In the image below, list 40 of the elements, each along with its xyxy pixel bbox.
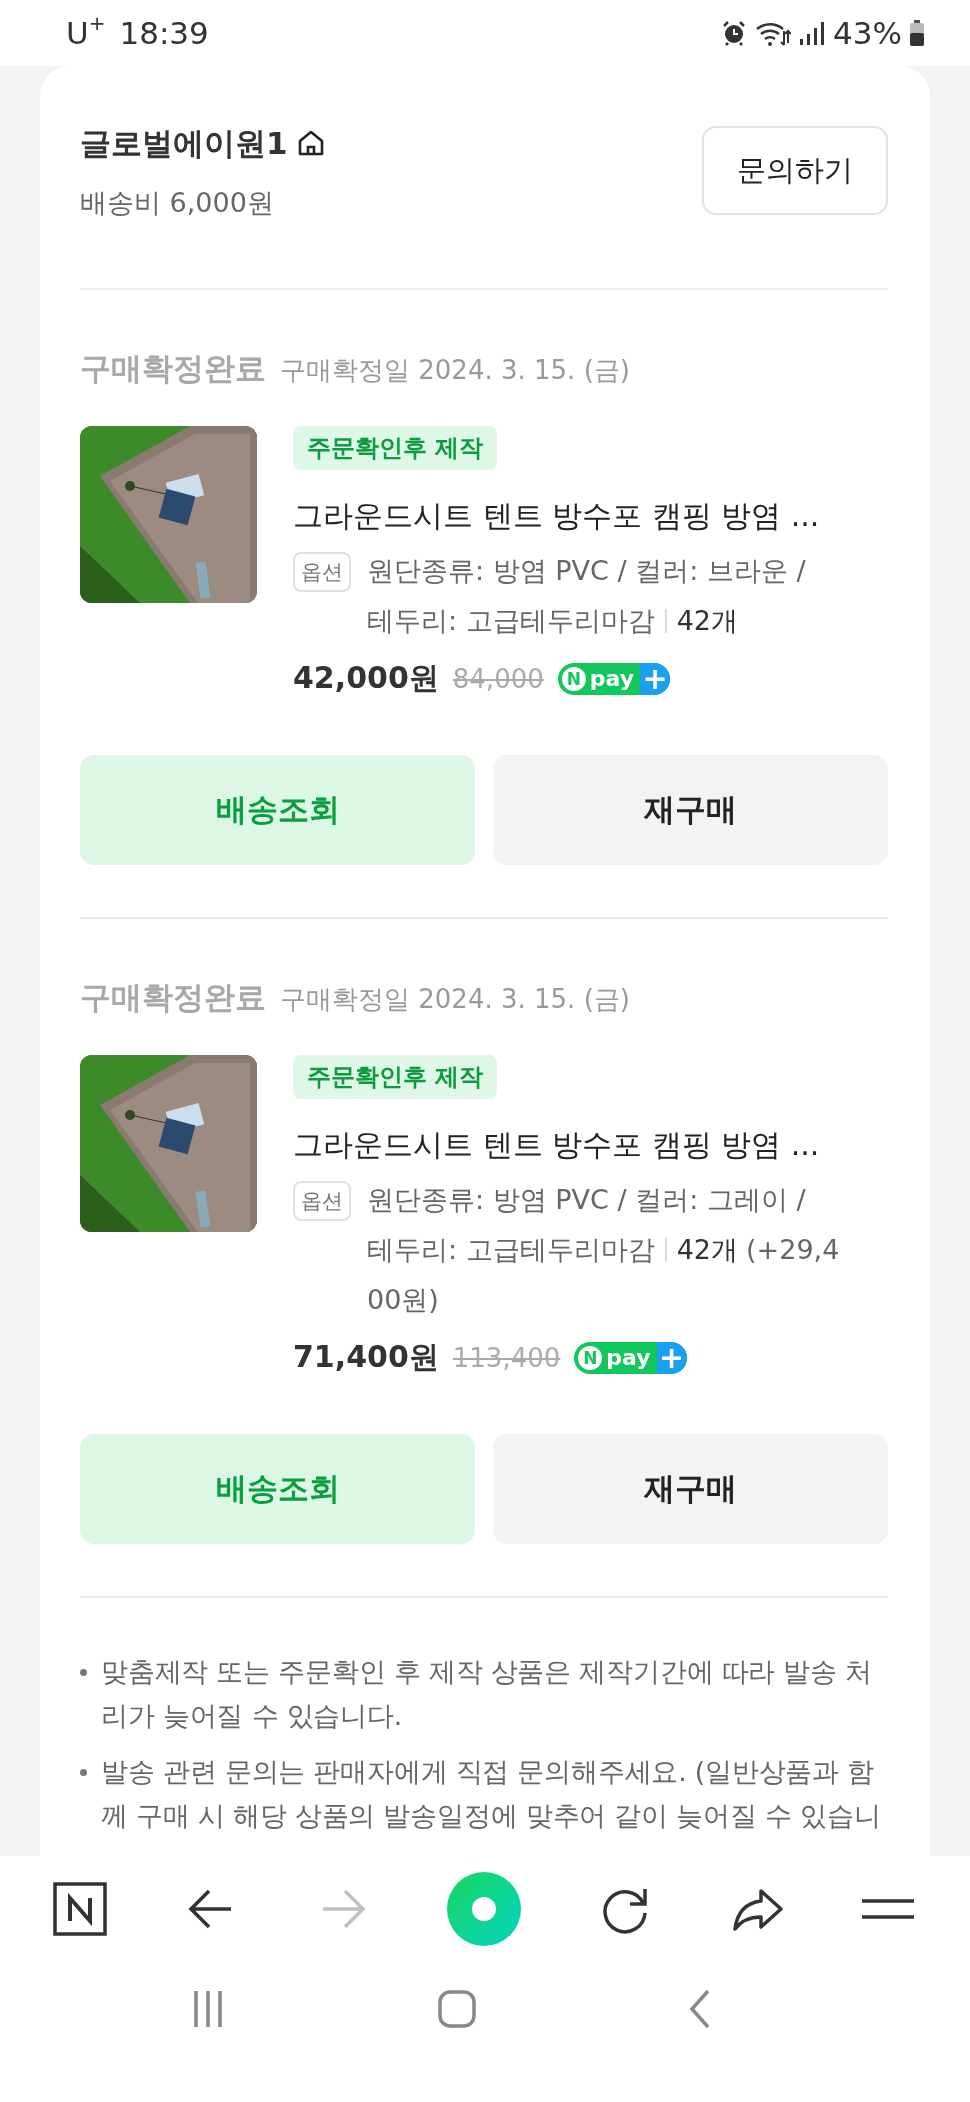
product-title[interactable]: 그라운드시트 텐트 방수포 캠핑 방염 ... xyxy=(293,1125,888,1165)
battery-level: 43% xyxy=(833,15,902,51)
quantity: 42개 xyxy=(676,605,739,636)
original-price: 84,000 xyxy=(452,663,544,694)
bullet-dot xyxy=(80,1669,87,1676)
npay-badge: N pay + xyxy=(557,662,671,695)
sale-price: 42,000원 xyxy=(293,659,439,697)
back-icon[interactable] xyxy=(688,1989,712,2029)
product-title[interactable]: 그라운드시트 텐트 방수포 캠핑 방염 ... xyxy=(293,496,888,536)
production-badge: 주문확인후 제작 xyxy=(293,1055,498,1099)
reorder-button[interactable]: 재구매 xyxy=(493,755,888,865)
reorder-button[interactable]: 재구매 xyxy=(493,1434,888,1544)
quantity: 42개 xyxy=(676,1234,739,1265)
shipping-fee: 배송비 6,000원 xyxy=(80,186,275,220)
inquiry-button[interactable]: 문의하기 xyxy=(702,126,888,215)
confirm-date: 구매확정일 2024. 3. 15. (금) xyxy=(280,354,630,387)
naver-icon[interactable] xyxy=(52,1880,108,1937)
signal-icon xyxy=(799,21,826,45)
order-status: 구매확정완료 xyxy=(80,978,266,1017)
confirm-date: 구매확정일 2024. 3. 15. (금) xyxy=(280,983,630,1016)
option-label: 옵션 xyxy=(293,1181,351,1221)
clock-time: 18:39 xyxy=(119,15,209,51)
option-text: 원단종류: 방염 PVC / 컬러: 그레이 / xyxy=(367,1183,807,1217)
battery-icon xyxy=(910,20,924,46)
option-label: 옵션 xyxy=(293,552,351,592)
option-text: 테두리: 고급테두리마감 xyxy=(367,605,655,636)
option-text: 원단종류: 방염 PVC / 컬러: 브라운 / xyxy=(367,554,806,588)
production-badge: 주문확인후 제작 xyxy=(293,426,498,470)
order-status: 구매확정완료 xyxy=(80,349,266,388)
seller-name[interactable]: 글로벌에이원1 xyxy=(80,122,288,164)
sale-price: 71,400원 xyxy=(293,1338,439,1376)
notice-text: 발송 관련 문의는 판매자에게 직접 문의해주세요. (일반상품과 함께 구매 시 해당 상품의 발송일정에 맞추어 같이 늦어질 수 있습니 xyxy=(101,1755,882,1833)
extra-price: 00원) xyxy=(367,1283,439,1317)
original-price: 113,400 xyxy=(452,1342,561,1373)
extra-price: (+29,4 xyxy=(746,1234,840,1265)
npay-badge: N pay + xyxy=(574,1341,687,1374)
notice-text: 맞춤제작 또는 주문확인 후 제작 상품은 제작기간에 따라 발송 처리가 늦어질 수 있습니다. xyxy=(101,1655,874,1733)
carrier-label: U$^{+}$ xyxy=(66,15,106,51)
option-text: 테두리: 고급테두리마감 xyxy=(367,1234,655,1265)
bullet-dot xyxy=(80,1769,87,1776)
